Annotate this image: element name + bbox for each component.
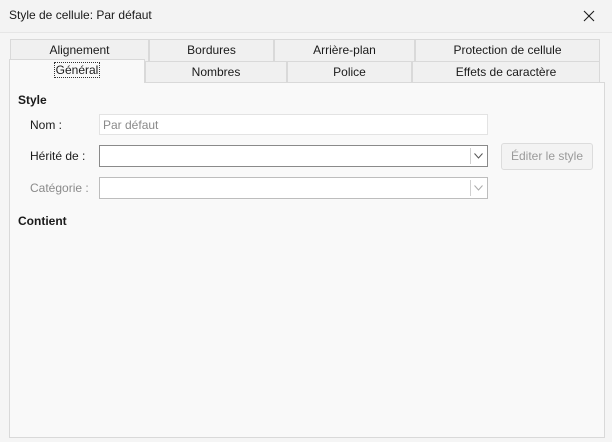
tab-label: Nombres (191, 65, 241, 79)
tab-alignement[interactable]: Alignement (10, 39, 149, 61)
tab-panel-general (9, 82, 605, 438)
tab-label: Alignement (49, 43, 110, 57)
tab-protection-cellule[interactable]: Protection de cellule (415, 39, 600, 61)
tab-label: Police (333, 65, 366, 79)
tab-nombres[interactable]: Nombres (145, 61, 287, 83)
tab-general[interactable]: Général (9, 59, 145, 83)
tab-label: Arrière-plan (313, 43, 376, 57)
tab-bordures[interactable]: Bordures (149, 39, 274, 61)
tab-label: Général (53, 62, 101, 78)
category-label: Catégorie : (30, 181, 89, 195)
inherit-label: Hérité de : (30, 149, 86, 163)
title-bar: Style de cellule: Par défaut (0, 0, 612, 33)
close-button[interactable] (566, 0, 612, 32)
edit-style-button[interactable]: Éditer le style (501, 143, 593, 170)
section-heading-contient: Contient (18, 214, 67, 228)
tab-police[interactable]: Police (287, 61, 412, 83)
window-title: Style de cellule: Par défaut (9, 8, 152, 22)
name-field-value: Par défaut (103, 118, 159, 132)
chevron-down-icon (473, 185, 483, 191)
name-label: Nom : (30, 118, 63, 132)
tab-label: Effets de caractère (455, 65, 557, 79)
name-field[interactable]: Par défaut (99, 114, 488, 135)
tab-label: Protection de cellule (453, 43, 562, 57)
chevron-down-icon (473, 153, 483, 159)
inherit-dropdown-toggle[interactable] (470, 148, 485, 164)
section-heading-style: Style (18, 93, 47, 107)
tab-label: Bordures (187, 43, 236, 57)
close-icon (583, 10, 595, 22)
tab-effets-caractere[interactable]: Effets de caractère (412, 61, 600, 83)
inherit-dropdown[interactable] (99, 145, 488, 167)
category-dropdown-toggle[interactable] (470, 180, 485, 196)
category-dropdown[interactable] (99, 177, 488, 199)
tab-arriere-plan[interactable]: Arrière-plan (274, 39, 415, 61)
